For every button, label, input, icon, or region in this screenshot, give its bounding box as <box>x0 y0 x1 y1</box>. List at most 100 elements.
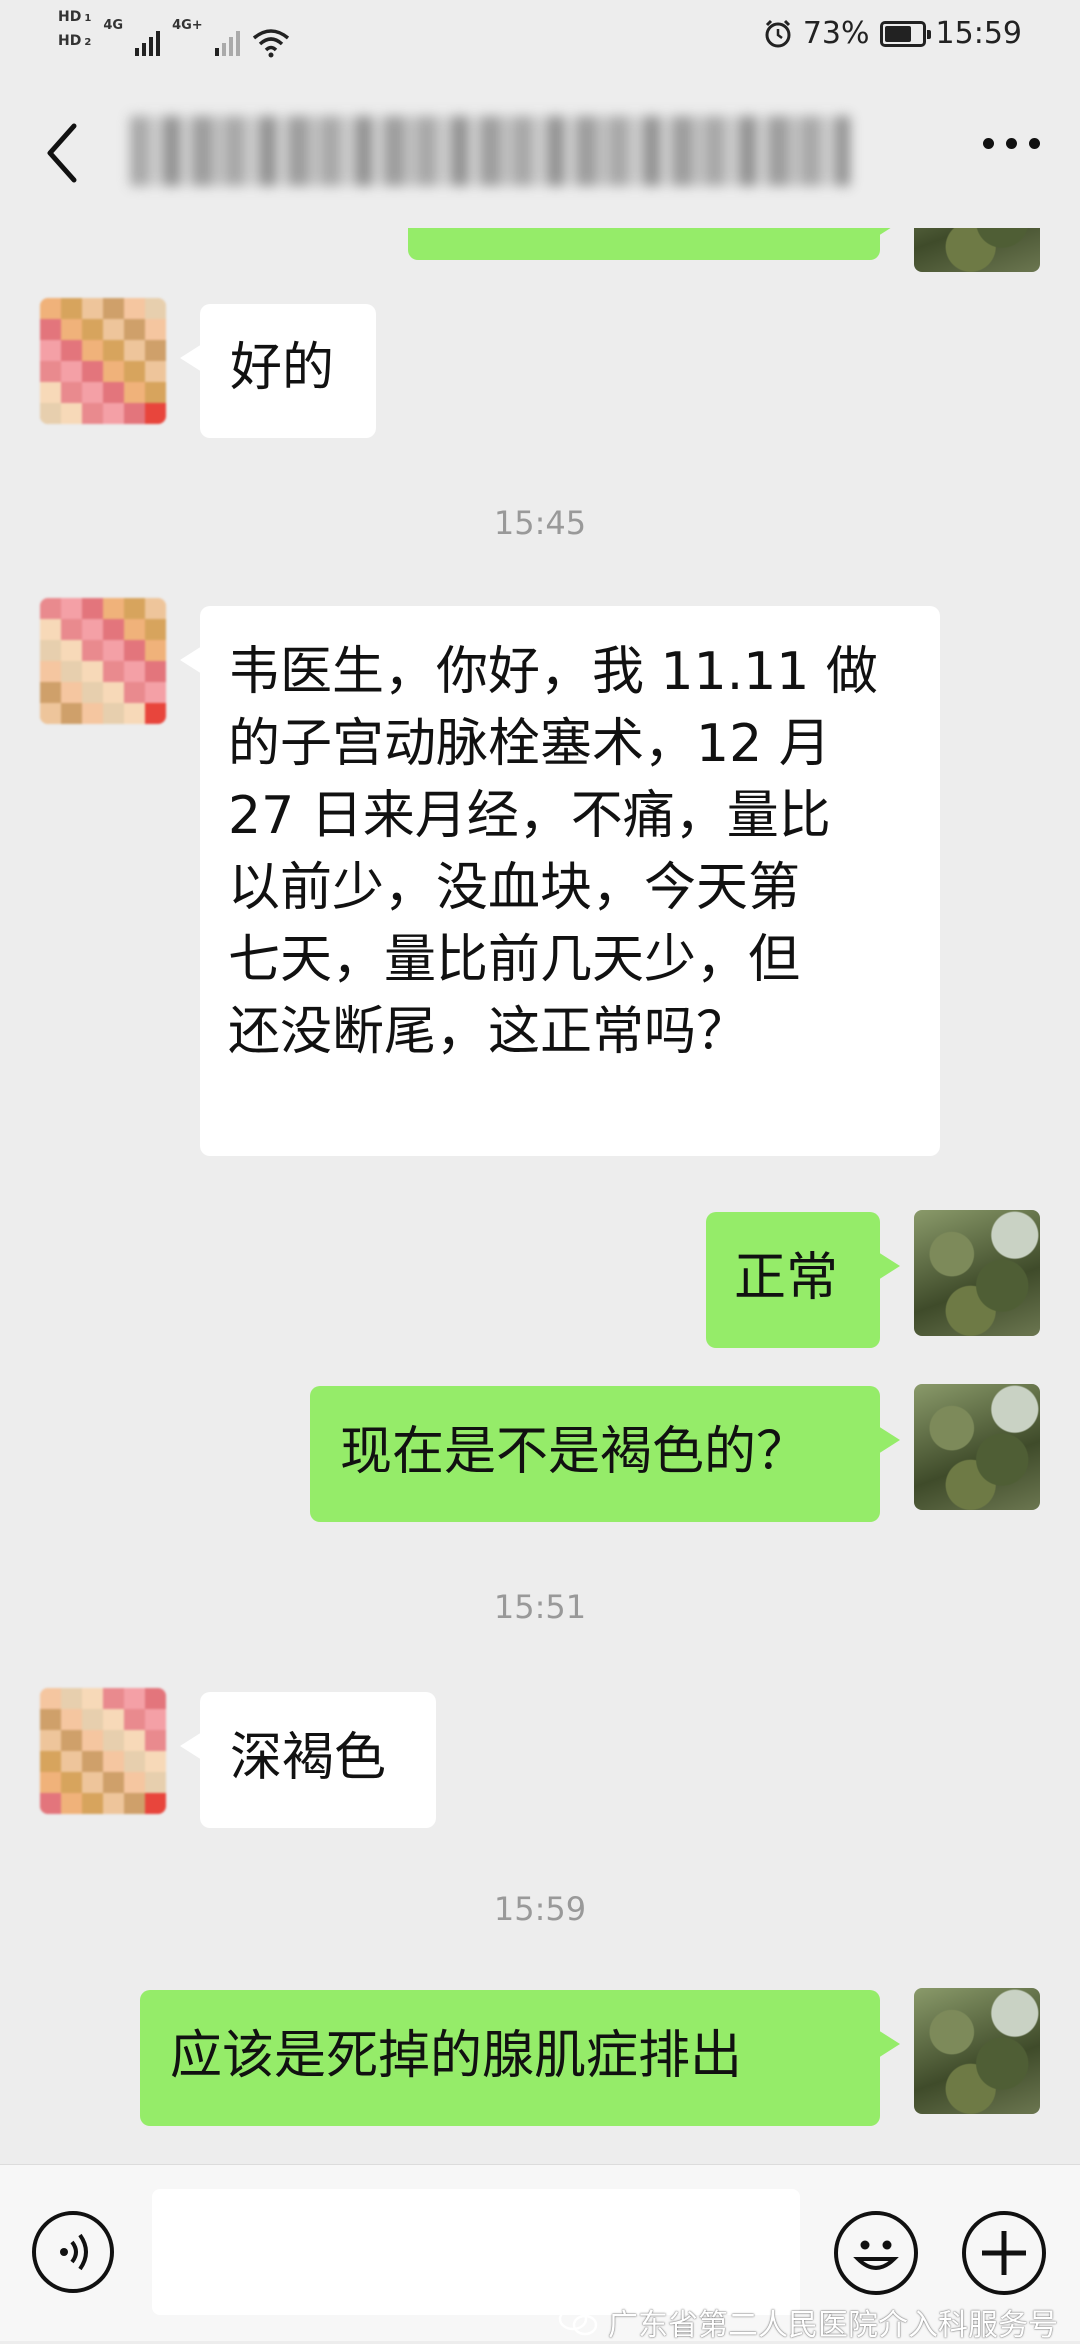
avatar-pixel <box>145 298 166 319</box>
avatar-pixel <box>61 640 82 661</box>
avatar-pixel <box>40 598 61 619</box>
avatar-pixel <box>124 1730 145 1751</box>
network-type-1: 4G <box>103 18 124 33</box>
avatar-pixel <box>103 598 124 619</box>
emoji-icon[interactable] <box>834 2211 918 2295</box>
plus-icon[interactable] <box>962 2211 1046 2295</box>
avatar-pixel <box>82 340 103 361</box>
avatar-pixel <box>145 619 166 640</box>
avatar-pixel <box>40 340 61 361</box>
message-line: 以前少，没血块，今天第 <box>228 858 801 918</box>
watermark-text: 广东省第二人民医院介入科服务号 <box>608 2308 1058 2343</box>
avatar-other[interactable] <box>40 598 166 724</box>
avatar-pixel <box>40 703 61 724</box>
avatar-pixel <box>40 382 61 403</box>
avatar-pixel <box>61 340 82 361</box>
avatar-pixel <box>103 703 124 724</box>
avatar-pixel <box>145 1751 166 1772</box>
avatar-pixel <box>61 661 82 682</box>
watermark: 广东省第二人民医院介入科服务号 <box>558 2300 1058 2344</box>
avatar-pixel <box>61 1730 82 1751</box>
avatar-pixel <box>145 640 166 661</box>
avatar-pixel <box>124 703 145 724</box>
avatar-pixel <box>124 682 145 703</box>
avatar-pixel <box>145 682 166 703</box>
more-dots-icon[interactable] <box>983 138 1040 149</box>
avatar-pixel <box>145 598 166 619</box>
chevron-left-icon[interactable] <box>40 120 84 186</box>
message-bubble-self[interactable]: 应该是死掉的腺肌症排出 <box>140 1990 900 2126</box>
avatar-self[interactable] <box>914 228 1040 272</box>
avatar-pixel <box>82 661 103 682</box>
avatar-pixel <box>61 1793 82 1814</box>
avatar-pixel <box>145 1730 166 1751</box>
message-bubble-other[interactable]: 韦医生，你好，我 11.11 做 的子宫动脉栓塞术，12 月 27 日来月经，不… <box>180 606 940 1156</box>
avatar-pixel <box>145 1772 166 1793</box>
avatar-other[interactable] <box>40 298 166 424</box>
message-input[interactable] <box>152 2189 800 2315</box>
avatar-pixel <box>145 1688 166 1709</box>
avatar-pixel <box>40 640 61 661</box>
avatar-pixel <box>61 619 82 640</box>
avatar-pixel <box>103 361 124 382</box>
avatar-pixel <box>82 703 103 724</box>
avatar-pixel <box>124 298 145 319</box>
avatar-pixel <box>61 1772 82 1793</box>
chat-header <box>0 78 1080 228</box>
avatar-pixel <box>82 1688 103 1709</box>
avatar-pixel <box>61 598 82 619</box>
avatar-pixel <box>82 682 103 703</box>
hd1-indicator: HD 1 <box>58 9 92 25</box>
message-bubble-self[interactable] <box>408 228 900 260</box>
avatar-pixel <box>124 619 145 640</box>
avatar-pixel <box>61 1688 82 1709</box>
avatar-pixel <box>124 340 145 361</box>
message-line: 七天，量比前几天少，但 <box>228 930 801 990</box>
avatar-pixel <box>124 1709 145 1730</box>
voice-icon[interactable] <box>32 2211 114 2293</box>
chat-message-list[interactable]: 好的 15:45 韦医生，你好，我 11.11 做 的子宫动脉栓塞术，12 月 … <box>0 228 1080 2164</box>
avatar-pixel <box>40 682 61 703</box>
avatar-pixel <box>124 661 145 682</box>
avatar-pixel <box>103 661 124 682</box>
avatar-pixel <box>40 1772 61 1793</box>
avatar-pixel <box>82 1751 103 1772</box>
avatar-pixel <box>145 661 166 682</box>
battery-icon <box>879 20 931 47</box>
signal-2-icon <box>214 30 240 56</box>
avatar-pixel <box>40 403 61 424</box>
message-bubble-self[interactable]: 现在是不是褐色的？ <box>310 1386 900 1522</box>
avatar-pixel <box>82 403 103 424</box>
avatar-self[interactable] <box>914 1988 1040 2114</box>
avatar-pixel <box>40 1709 61 1730</box>
avatar-pixel <box>40 319 61 340</box>
avatar-pixel <box>40 298 61 319</box>
avatar-pixel <box>40 1688 61 1709</box>
message-bubble-other[interactable]: 深褐色 <box>180 1692 436 1828</box>
message-bubble-self[interactable]: 正常 <box>706 1212 900 1348</box>
avatar-other[interactable] <box>40 1688 166 1814</box>
avatar-pixel <box>82 319 103 340</box>
battery-percent: 73% <box>802 16 870 51</box>
avatar-pixel <box>61 1751 82 1772</box>
avatar-pixel <box>82 1772 103 1793</box>
timestamp: 15:59 <box>493 1890 587 1928</box>
battery-fill <box>884 25 911 42</box>
avatar-pixel <box>124 382 145 403</box>
avatar-pixel <box>103 340 124 361</box>
avatar-pixel <box>82 619 103 640</box>
avatar-self[interactable] <box>914 1384 1040 1510</box>
message-bubble-other[interactable]: 好的 <box>180 304 376 438</box>
avatar-pixel <box>61 319 82 340</box>
wechat-logo-icon <box>558 2307 598 2336</box>
avatar-pixel <box>103 1793 124 1814</box>
avatar-self[interactable] <box>914 1210 1040 1336</box>
clock: 15:59 <box>935 16 1022 51</box>
avatar-pixel <box>124 640 145 661</box>
avatar-pixel <box>145 1709 166 1730</box>
avatar-pixel <box>103 1751 124 1772</box>
avatar-pixel <box>103 319 124 340</box>
avatar-pixel <box>124 1751 145 1772</box>
avatar-pixel <box>124 1688 145 1709</box>
avatar-pixel <box>61 1709 82 1730</box>
